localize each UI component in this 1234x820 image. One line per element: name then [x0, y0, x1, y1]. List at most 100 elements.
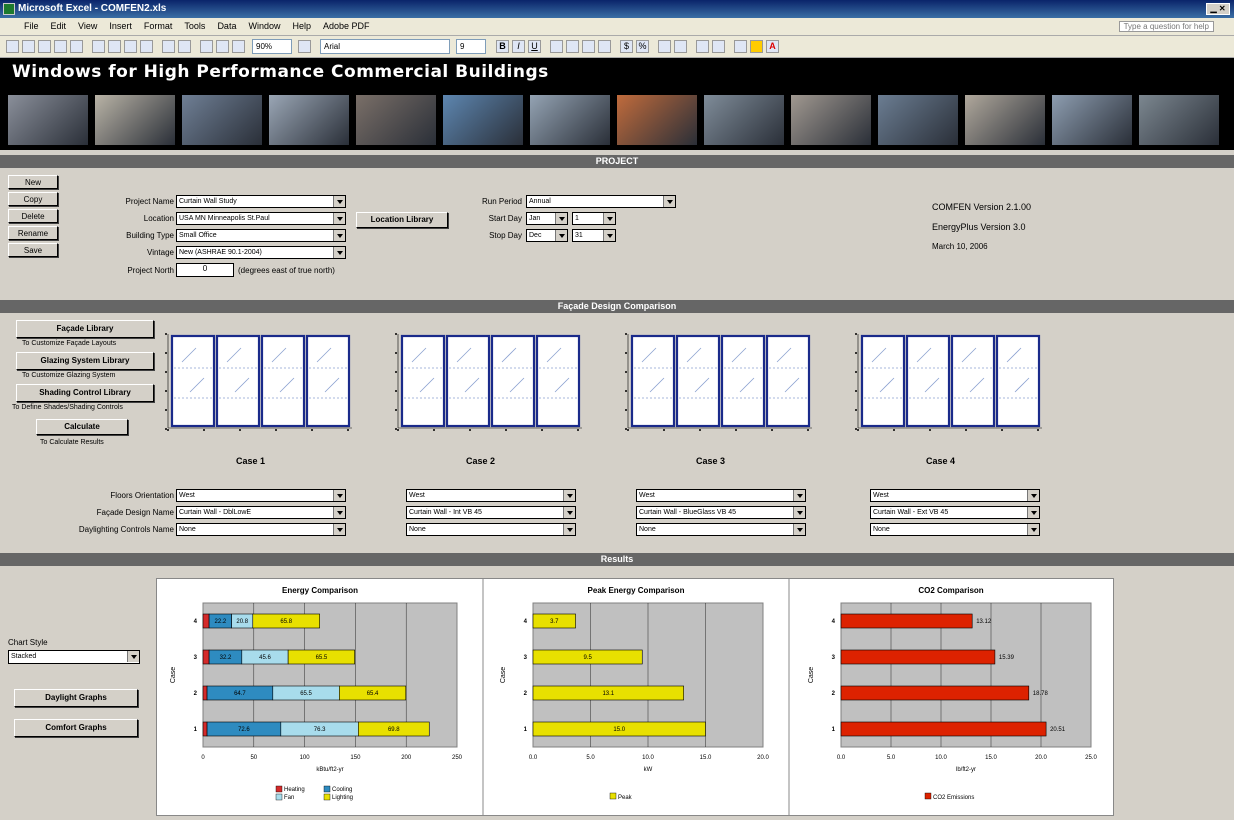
menu-adobe-pdf[interactable]: Adobe PDF	[317, 18, 376, 34]
redo-icon[interactable]	[178, 40, 191, 53]
menu-format[interactable]: Format	[138, 18, 179, 34]
x-tick	[929, 429, 931, 431]
underline-icon[interactable]: U	[528, 40, 541, 53]
case-1-daylighting-select[interactable]: None	[176, 523, 346, 536]
glazing-library-button[interactable]: Glazing System Library	[16, 352, 154, 370]
undo-icon[interactable]	[162, 40, 175, 53]
menu-file[interactable]: File	[18, 18, 45, 34]
delete-button[interactable]: Delete	[8, 209, 58, 223]
new-button[interactable]: New	[8, 175, 58, 189]
chart-style-label: Chart Style	[8, 638, 48, 647]
case-3-orientation-select[interactable]: West	[636, 489, 806, 502]
x-tick-label: 15.0	[985, 755, 997, 761]
case-2-title: Case 2	[466, 456, 496, 466]
case-2-daylighting-select[interactable]: None	[406, 523, 576, 536]
case-4-orientation-select[interactable]: West	[870, 489, 1040, 502]
fill-color-icon[interactable]	[750, 40, 763, 53]
y-tick	[855, 428, 857, 430]
decrease-decimal-icon[interactable]	[674, 40, 687, 53]
data-label: 20.8	[236, 619, 248, 625]
y-tick-label: 1	[832, 727, 836, 733]
font-size-select[interactable]: 9	[456, 39, 486, 54]
stop-day-select[interactable]: 31	[572, 229, 616, 242]
preview-icon[interactable]	[70, 40, 83, 53]
save-icon[interactable]	[38, 40, 51, 53]
align-right-icon[interactable]	[582, 40, 595, 53]
rename-button[interactable]: Rename	[8, 226, 58, 240]
daylight-graphs-button[interactable]: Daylight Graphs	[14, 689, 138, 707]
menu-view[interactable]: View	[72, 18, 103, 34]
chart-wizard-icon[interactable]	[232, 40, 245, 53]
shading-library-note: To Define Shades/Shading Controls	[12, 404, 123, 411]
location-library-button[interactable]: Location Library	[356, 212, 448, 228]
comfort-graphs-button[interactable]: Comfort Graphs	[14, 719, 138, 737]
currency-icon[interactable]: $	[620, 40, 633, 53]
project-north-input[interactable]: 0	[176, 263, 234, 277]
italic-icon[interactable]: I	[512, 40, 525, 53]
bold-icon[interactable]: B	[496, 40, 509, 53]
energyplus-version: EnergyPlus Version 3.0	[932, 222, 1026, 232]
case-2-design-select[interactable]: Curtain Wall - Int VB 45	[406, 506, 576, 519]
menu-help[interactable]: Help	[286, 18, 317, 34]
menu-tools[interactable]: Tools	[178, 18, 211, 34]
menu-data[interactable]: Data	[211, 18, 242, 34]
save-button[interactable]: Save	[8, 243, 58, 257]
sum-icon[interactable]	[200, 40, 213, 53]
open-icon[interactable]	[22, 40, 35, 53]
case-3-design-select[interactable]: Curtain Wall - BlueGlass VB 45	[636, 506, 806, 519]
spelling-icon[interactable]	[92, 40, 105, 53]
window-panel	[535, 334, 581, 428]
shading-library-button[interactable]: Shading Control Library	[16, 384, 154, 402]
y-tick-label: 4	[832, 619, 836, 625]
copy-button[interactable]: Copy	[8, 192, 58, 206]
case-1-design-select[interactable]: Curtain Wall - DblLowE	[176, 506, 346, 519]
menu-insert[interactable]: Insert	[103, 18, 138, 34]
case-4-daylighting-select[interactable]: None	[870, 523, 1040, 536]
indent-icon[interactable]	[712, 40, 725, 53]
facade-library-button[interactable]: Façade Library	[16, 320, 154, 338]
calculate-button[interactable]: Calculate	[36, 419, 128, 435]
percent-icon[interactable]: %	[636, 40, 649, 53]
help-search-box[interactable]: Type a question for help	[1118, 21, 1214, 32]
merge-icon[interactable]	[598, 40, 611, 53]
data-label: 65.5	[300, 691, 312, 697]
new-icon[interactable]	[6, 40, 19, 53]
case-1-orientation-select[interactable]: West	[176, 489, 346, 502]
project-name-select[interactable]: Curtain Wall Study	[176, 195, 346, 208]
increase-decimal-icon[interactable]	[658, 40, 671, 53]
menu-edit[interactable]: Edit	[45, 18, 73, 34]
zoom-select[interactable]: 90%	[252, 39, 292, 54]
borders-icon[interactable]	[734, 40, 747, 53]
case-3-daylighting-select[interactable]: None	[636, 523, 806, 536]
case-4-design-select[interactable]: Curtain Wall - Ext VB 45	[870, 506, 1040, 519]
run-period-select[interactable]: Annual	[526, 195, 676, 208]
paste-icon[interactable]	[140, 40, 153, 53]
outdent-icon[interactable]	[696, 40, 709, 53]
x-tick	[397, 429, 399, 431]
chart-style-select[interactable]: Stacked	[8, 650, 140, 664]
location-select[interactable]: USA MN Minneapolis St.Paul	[176, 212, 346, 225]
data-label: 65.5	[316, 655, 328, 661]
case-2-orientation-select[interactable]: West	[406, 489, 576, 502]
align-left-icon[interactable]	[550, 40, 563, 53]
start-month-select[interactable]: Jan	[526, 212, 568, 225]
chart-title: CO2 Comparison	[918, 586, 983, 595]
print-icon[interactable]	[54, 40, 67, 53]
start-day-select[interactable]: 1	[572, 212, 616, 225]
font-select[interactable]: Arial	[320, 39, 450, 54]
window-panel	[260, 334, 306, 428]
cut-icon[interactable]	[108, 40, 121, 53]
copy-icon[interactable]	[124, 40, 137, 53]
align-center-icon[interactable]	[566, 40, 579, 53]
stop-month-select[interactable]: Dec	[526, 229, 568, 242]
sort-icon[interactable]	[216, 40, 229, 53]
window-controls[interactable]: ▁ ✕	[1206, 3, 1230, 15]
building-photo	[1052, 95, 1132, 145]
menu-window[interactable]: Window	[242, 18, 286, 34]
vintage-select[interactable]: New (ASHRAE 90.1-2004)	[176, 246, 346, 259]
font-color-icon[interactable]: A	[766, 40, 779, 53]
window-panel	[170, 334, 216, 428]
building-type-select[interactable]: Small Office	[176, 229, 346, 242]
y-tick-label: 2	[194, 691, 198, 697]
help-icon[interactable]	[298, 40, 311, 53]
